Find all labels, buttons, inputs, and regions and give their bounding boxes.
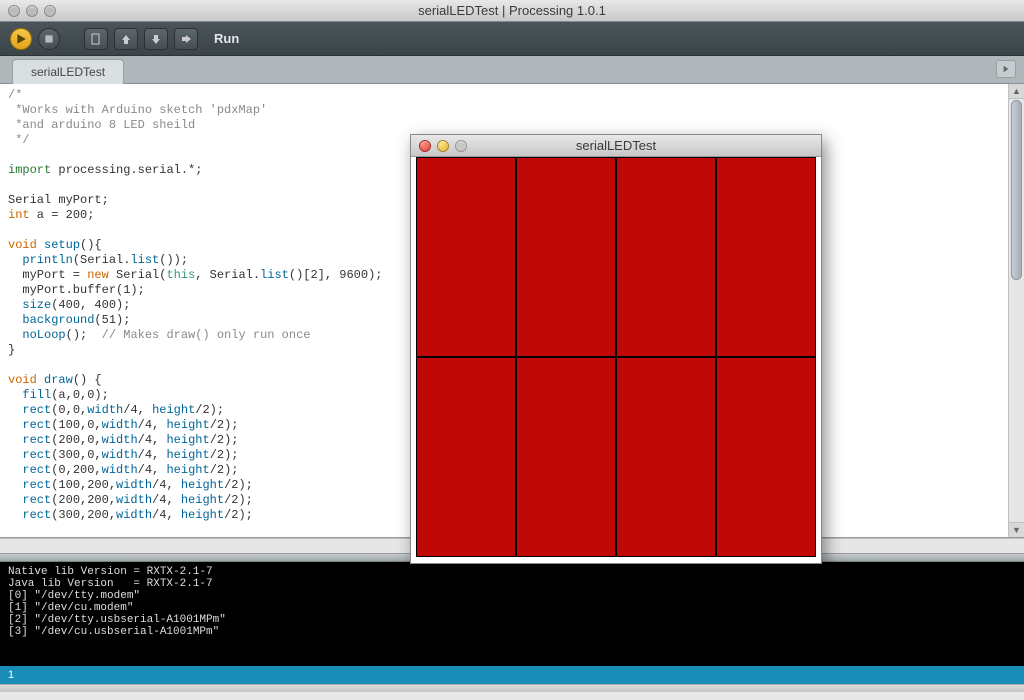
- minimize-icon[interactable]: [26, 5, 38, 17]
- new-file-icon: [90, 33, 102, 45]
- grid-cell[interactable]: [716, 357, 816, 557]
- applet-titlebar[interactable]: serialLEDTest: [411, 135, 821, 157]
- export-button[interactable]: [174, 28, 198, 50]
- close-icon[interactable]: [419, 140, 431, 152]
- stop-button[interactable]: [38, 28, 60, 50]
- footer-tray: [0, 684, 1024, 692]
- scrollbar-thumb[interactable]: [1011, 100, 1022, 280]
- grid-cell[interactable]: [516, 357, 616, 557]
- mode-label: Run: [214, 31, 239, 46]
- arrow-right-icon: [180, 33, 192, 45]
- grid-cell[interactable]: [616, 157, 716, 357]
- chevron-right-icon: [1002, 65, 1010, 73]
- applet-canvas[interactable]: [416, 157, 816, 557]
- applet-window[interactable]: serialLEDTest: [410, 134, 822, 564]
- tab-bar: serialLEDTest: [0, 56, 1024, 84]
- grid-cell[interactable]: [716, 157, 816, 357]
- vertical-scrollbar[interactable]: ▲ ▼: [1008, 84, 1024, 537]
- traffic-lights: [8, 5, 56, 17]
- toolbar: Run: [0, 22, 1024, 56]
- console-output[interactable]: Native lib Version = RXTX-2.1-7 Java lib…: [0, 562, 1024, 666]
- grid-cell[interactable]: [516, 157, 616, 357]
- scroll-down-icon[interactable]: ▼: [1009, 522, 1024, 537]
- zoom-icon[interactable]: [455, 140, 467, 152]
- grid-cell[interactable]: [616, 357, 716, 557]
- close-icon[interactable]: [8, 5, 20, 17]
- applet-title: serialLEDTest: [419, 138, 813, 153]
- window-title: serialLEDTest | Processing 1.0.1: [8, 3, 1016, 18]
- scroll-up-icon[interactable]: ▲: [1009, 84, 1024, 99]
- tab-serialledtest[interactable]: serialLEDTest: [12, 59, 124, 84]
- stop-icon: [43, 33, 55, 45]
- tab-overflow-button[interactable]: [996, 60, 1016, 78]
- open-button[interactable]: [114, 28, 138, 50]
- arrow-up-icon: [120, 33, 132, 45]
- minimize-icon[interactable]: [437, 140, 449, 152]
- status-line-number: 1: [8, 669, 14, 681]
- play-icon: [15, 33, 27, 45]
- status-bar: 1: [0, 666, 1024, 684]
- save-button[interactable]: [144, 28, 168, 50]
- run-button[interactable]: [10, 28, 32, 50]
- grid-cell[interactable]: [416, 157, 516, 357]
- grid-cell[interactable]: [416, 357, 516, 557]
- new-button[interactable]: [84, 28, 108, 50]
- zoom-icon[interactable]: [44, 5, 56, 17]
- applet-traffic-lights: [419, 140, 467, 152]
- main-titlebar: serialLEDTest | Processing 1.0.1: [0, 0, 1024, 22]
- arrow-down-icon: [150, 33, 162, 45]
